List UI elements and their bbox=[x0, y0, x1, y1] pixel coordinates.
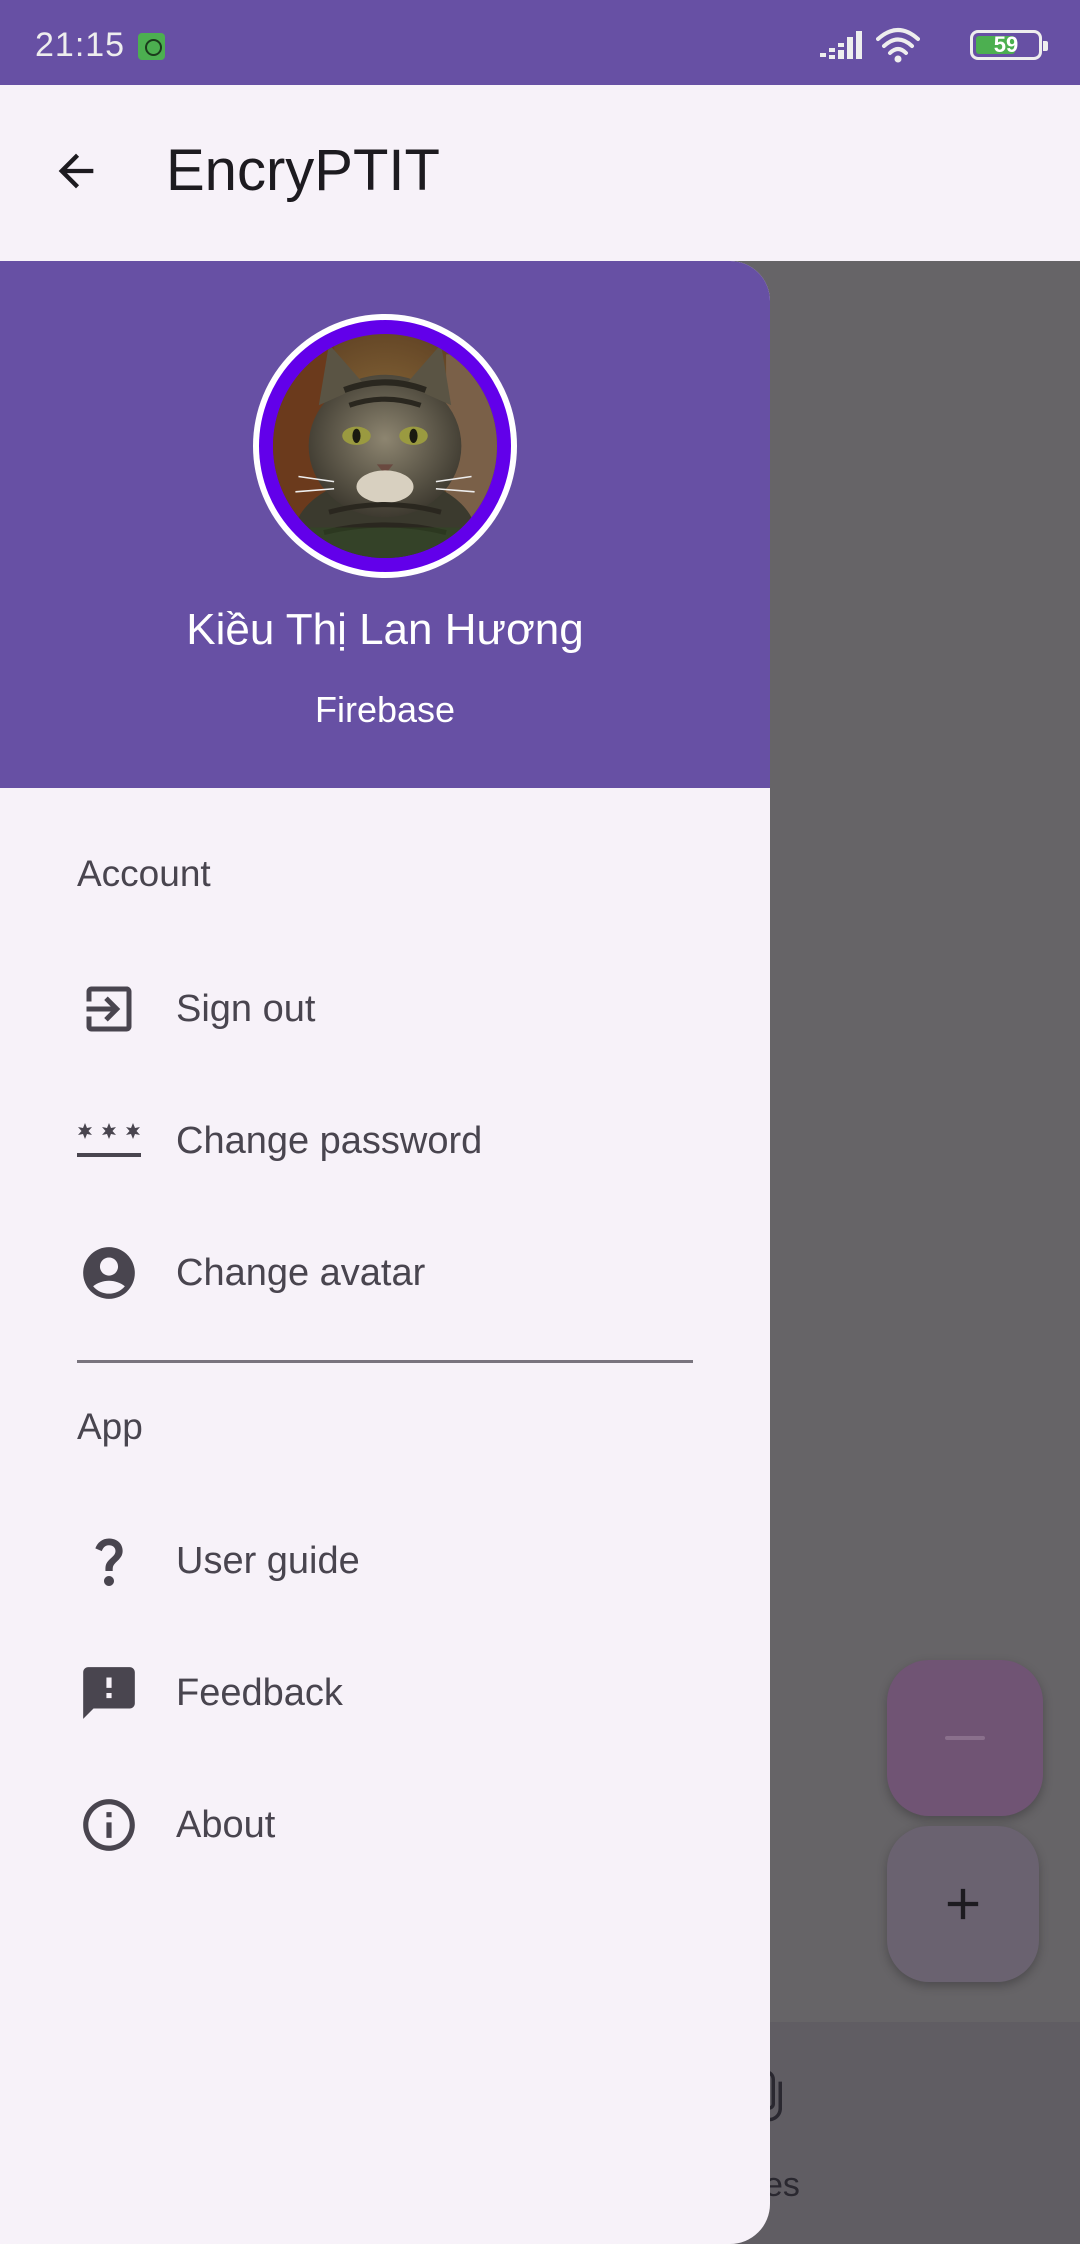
plus-icon bbox=[947, 1888, 979, 1920]
question-mark-icon bbox=[76, 1528, 142, 1594]
menu-item-change-avatar[interactable]: Change avatar bbox=[0, 1213, 770, 1333]
battery-icon: 59 bbox=[970, 30, 1048, 60]
section-label-app: App bbox=[77, 1406, 143, 1447]
app-title: EncryPTIT bbox=[166, 138, 440, 203]
menu-label-feedback: Feedback bbox=[176, 1671, 343, 1714]
menu-item-change-password[interactable]: Change password bbox=[0, 1081, 770, 1201]
password-icon bbox=[76, 1108, 142, 1174]
account-circle-icon bbox=[76, 1240, 142, 1306]
menu-item-about[interactable]: About bbox=[0, 1765, 770, 1885]
menu-label-about: About bbox=[176, 1803, 276, 1846]
status-bar: 21:15 59 bbox=[0, 0, 1080, 85]
avatar[interactable] bbox=[253, 314, 517, 599]
menu-label-change-avatar: Change avatar bbox=[176, 1251, 426, 1294]
menu-label-sign-out: Sign out bbox=[176, 987, 316, 1030]
minus-icon bbox=[945, 1736, 985, 1740]
signal-icon bbox=[820, 31, 862, 59]
notification-app-icon bbox=[138, 33, 165, 60]
menu-item-feedback[interactable]: Feedback bbox=[0, 1633, 770, 1753]
back-button[interactable] bbox=[40, 135, 112, 207]
feedback-icon bbox=[76, 1660, 142, 1726]
battery-level: 59 bbox=[993, 32, 1019, 57]
menu-label-user-guide: User guide bbox=[176, 1539, 360, 1582]
status-icons: 59 bbox=[782, 27, 1048, 63]
drawer-header: Kiều Thị Lan Hương Firebase bbox=[0, 261, 770, 788]
sign-out-icon bbox=[76, 976, 142, 1042]
user-name: Kiều Thị Lan Hương bbox=[186, 605, 584, 654]
wifi-icon bbox=[876, 28, 920, 63]
menu-item-user-guide[interactable]: User guide bbox=[0, 1501, 770, 1621]
section-label-account: Account bbox=[77, 853, 211, 894]
fab-minus-button[interactable] bbox=[887, 1660, 1043, 1816]
menu-label-change-password: Change password bbox=[176, 1119, 483, 1162]
status-time: 21:15 bbox=[35, 26, 126, 64]
fab-plus-button[interactable] bbox=[887, 1826, 1039, 1982]
section-divider bbox=[77, 1360, 693, 1363]
menu-item-sign-out[interactable]: Sign out bbox=[0, 949, 770, 1069]
info-icon bbox=[76, 1792, 142, 1858]
arrow-back-icon bbox=[58, 153, 94, 189]
app-bar: EncryPTIT bbox=[0, 85, 1080, 261]
user-provider: Firebase bbox=[314, 689, 456, 730]
navigation-drawer: Kiều Thị Lan Hương Firebase Account Sign… bbox=[0, 261, 770, 2244]
cat-avatar-image bbox=[273, 334, 497, 599]
